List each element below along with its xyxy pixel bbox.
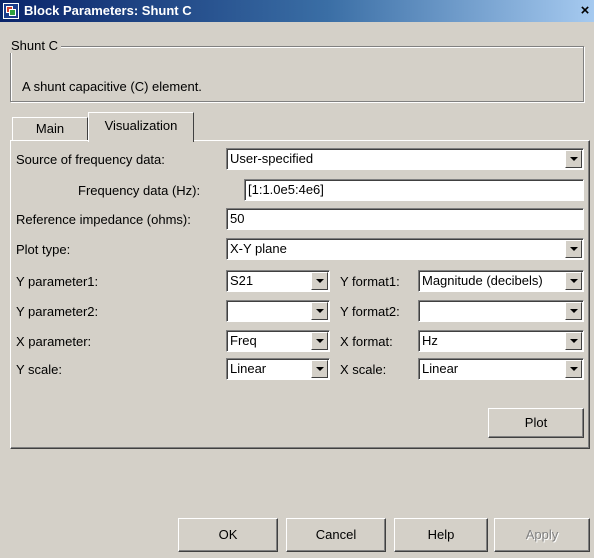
chevron-down-icon[interactable] <box>311 272 328 290</box>
yformat2-label: Y format2: <box>340 304 400 319</box>
yformat1-value: Magnitude (decibels) <box>422 273 543 288</box>
chevron-down-icon[interactable] <box>565 272 582 290</box>
source-value: User-specified <box>230 151 314 166</box>
ok-button[interactable]: OK <box>178 518 278 552</box>
source-dropdown[interactable]: User-specified <box>226 148 584 170</box>
xformat-label: X format: <box>340 334 393 349</box>
xparam-label: X parameter: <box>16 334 92 349</box>
plot-button[interactable]: Plot <box>488 408 584 438</box>
source-label: Source of frequency data: <box>16 152 165 167</box>
yformat2-dropdown[interactable] <box>418 300 584 322</box>
chevron-down-icon[interactable] <box>565 150 582 168</box>
help-button[interactable]: Help <box>394 518 488 552</box>
yparam1-value: S21 <box>230 273 254 288</box>
yparam1-dropdown[interactable]: S21 <box>226 270 330 292</box>
xparam-value: Freq <box>230 333 257 348</box>
chevron-down-icon[interactable] <box>311 302 328 320</box>
chevron-down-icon[interactable] <box>565 302 582 320</box>
close-icon[interactable]: × <box>576 2 594 20</box>
chevron-down-icon[interactable] <box>565 240 582 258</box>
xparam-dropdown[interactable]: Freq <box>226 330 330 352</box>
refimp-label: Reference impedance (ohms): <box>16 212 191 227</box>
xformat-dropdown[interactable]: Hz <box>418 330 584 352</box>
plottype-label: Plot type: <box>16 242 71 257</box>
refimp-field[interactable]: 50 <box>226 208 584 230</box>
apply-button[interactable]: Apply <box>494 518 590 552</box>
yformat1-dropdown[interactable]: Magnitude (decibels) <box>418 270 584 292</box>
group-legend: Shunt C <box>8 39 61 53</box>
chevron-down-icon[interactable] <box>565 332 582 350</box>
frequency-field[interactable]: [1:1.0e5:4e6] <box>244 179 584 201</box>
yformat1-label: Y format1: <box>340 274 400 289</box>
window-title: Block Parameters: Shunt C <box>24 3 192 18</box>
block-description: A shunt capacitive (C) element. <box>22 79 202 94</box>
tab-visualization[interactable]: Visualization <box>88 112 194 142</box>
xscale-dropdown[interactable]: Linear <box>418 358 584 380</box>
plottype-value: X-Y plane <box>230 241 287 256</box>
yparam2-label: Y parameter2: <box>16 304 99 319</box>
yparam2-dropdown[interactable] <box>226 300 330 322</box>
xscale-label: X scale: <box>340 362 387 377</box>
chevron-down-icon[interactable] <box>311 360 328 378</box>
tab-main[interactable]: Main <box>12 117 88 141</box>
xformat-value: Hz <box>422 333 438 348</box>
yparam1-label: Y parameter1: <box>16 274 99 289</box>
frequency-label: Frequency data (Hz): <box>78 183 201 198</box>
chevron-down-icon[interactable] <box>565 360 582 378</box>
chevron-down-icon[interactable] <box>311 332 328 350</box>
app-icon <box>3 3 19 19</box>
yscale-dropdown[interactable]: Linear <box>226 358 330 380</box>
yscale-label: Y scale: <box>16 362 63 377</box>
cancel-button[interactable]: Cancel <box>286 518 386 552</box>
plottype-dropdown[interactable]: X-Y plane <box>226 238 584 260</box>
xscale-value: Linear <box>422 361 459 376</box>
title-bar: Block Parameters: Shunt C <box>0 0 594 22</box>
yscale-value: Linear <box>230 361 267 376</box>
